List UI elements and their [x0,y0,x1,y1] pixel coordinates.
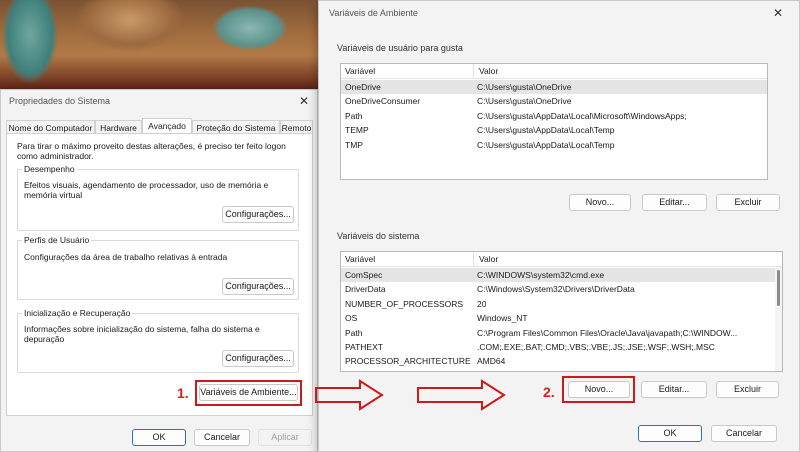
step-arrows [315,379,506,411]
arrow-right-icon [315,379,384,411]
arrow-right-icon [417,379,506,411]
